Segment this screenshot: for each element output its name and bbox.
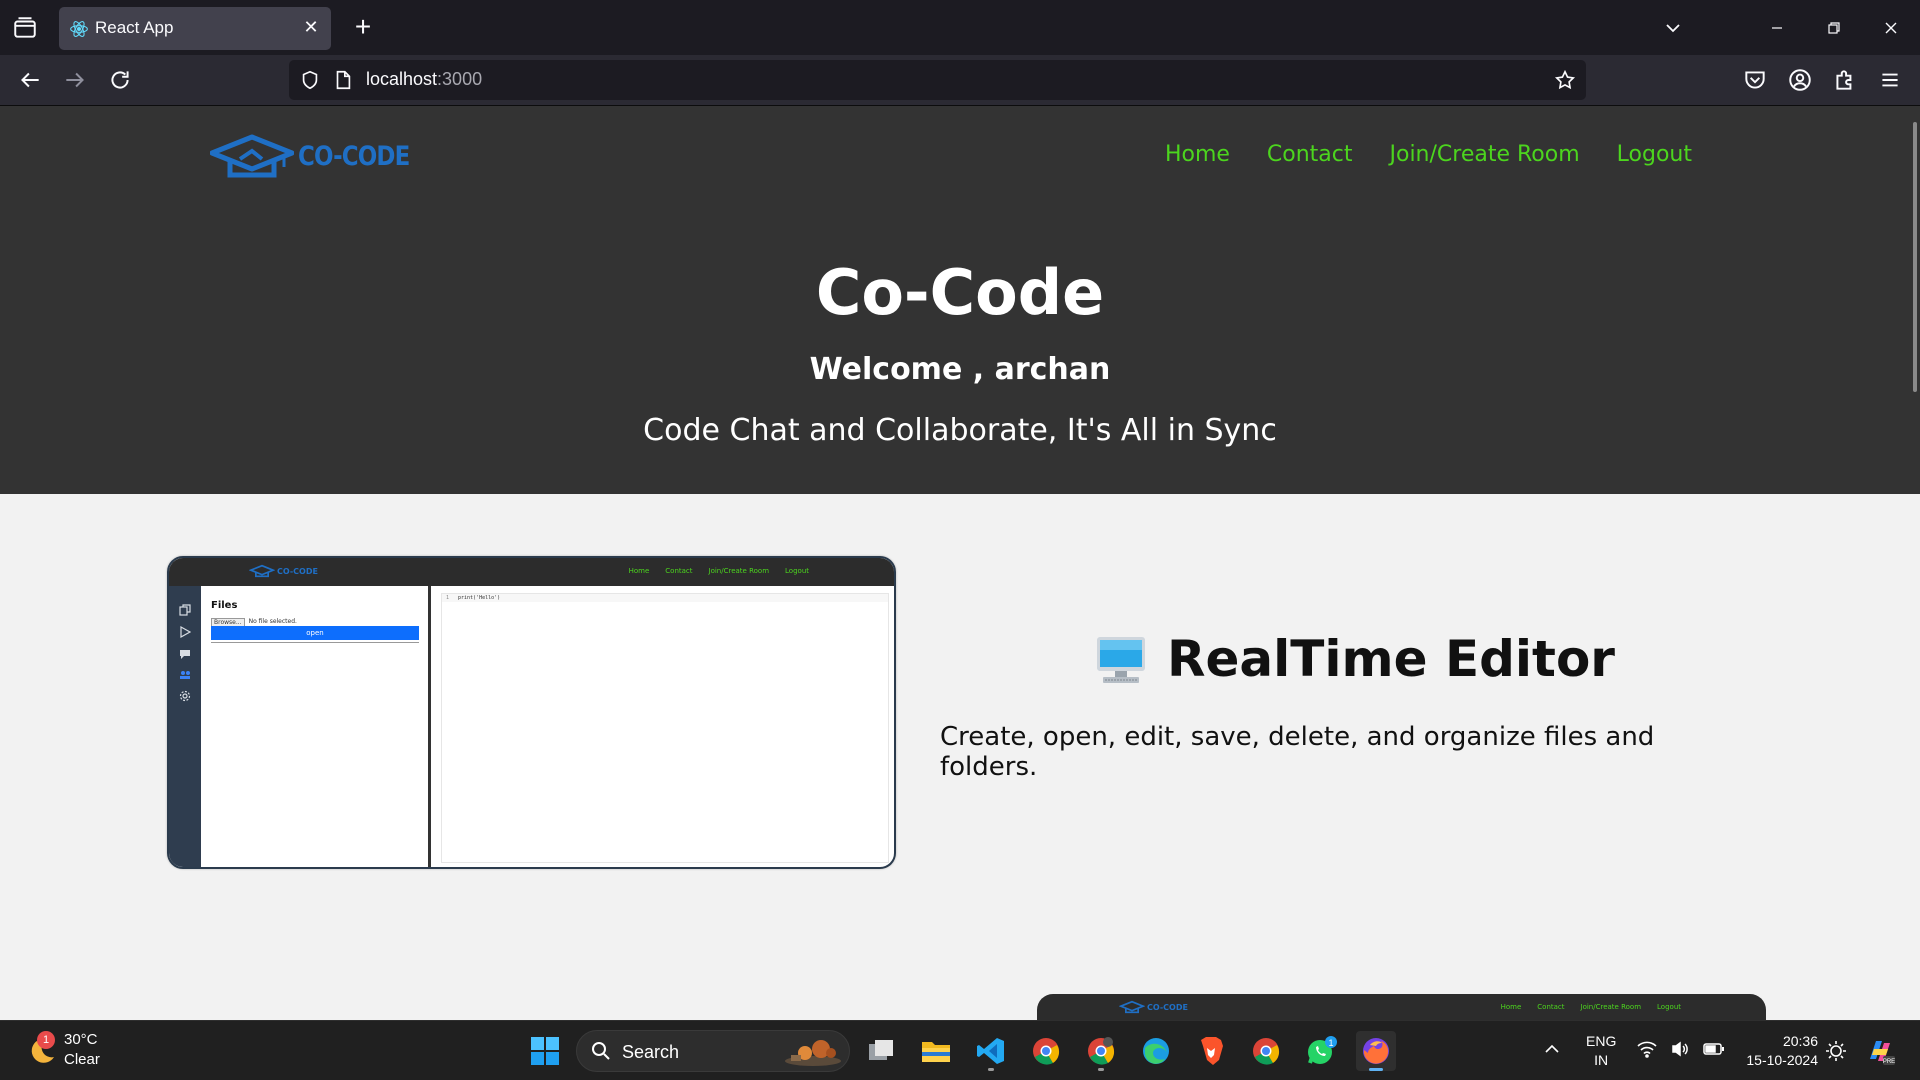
logo-text: CO-CODE [298,140,410,172]
tracking-protection-shield-icon[interactable] [299,69,321,91]
pocket-icon[interactable] [1742,67,1768,93]
search-highlight-art-icon [785,1040,841,1066]
nav-home-link[interactable]: Home [1165,142,1230,167]
browser-tab-active[interactable]: React App ✕ [59,7,331,50]
chrome-icon[interactable] [1026,1031,1066,1071]
wifi-icon [1637,1041,1657,1058]
whatsapp-icon[interactable]: 1 [1301,1031,1341,1071]
weather-badge: 1 [37,1031,55,1049]
weather-widget[interactable]: 1 30°C Clear [24,1030,100,1070]
site-nav: Home Contact Join/Create Room Logout [1165,142,1692,167]
preview-sidebar [169,586,201,867]
language-indicator[interactable]: ENG IN [1586,1032,1616,1080]
forward-arrow-icon[interactable] [62,67,88,93]
preview-code-line: print('Hello') [458,595,501,601]
feature-title: RealTime Editor [1167,630,1615,688]
preview-files-heading: Files [211,600,238,611]
preview-code-editor: 1 print('Hello') [441,593,889,863]
url-text[interactable]: localhost:3000 [366,69,482,90]
restore-icon[interactable] [1819,14,1849,42]
copilot-icon[interactable]: PRE [1864,1035,1896,1067]
react-icon [70,21,88,37]
page-info-icon[interactable] [333,69,353,91]
page-viewport: CO-CODE Home Contact Join/Create Room Lo… [0,106,1920,1020]
brave-icon[interactable] [1191,1031,1231,1071]
users-icon [180,671,190,679]
preview-logo: CO-CODE [249,564,318,578]
site-logo[interactable]: CO-CODE [210,131,429,181]
search-label: Search [622,1042,680,1062]
volume-icon [1672,1041,1688,1057]
reload-icon[interactable] [107,67,133,93]
tab-list-icon[interactable] [12,15,38,41]
second-preview-image: CO-CODE Home Contact Join/Create Room Logou… [1037,994,1766,1020]
address-bar[interactable]: localhost:3000 [289,60,1586,100]
preview2-logo: CO-CODE [1119,1000,1188,1014]
files-icon [179,604,191,616]
windows-start-icon[interactable] [530,1036,560,1066]
tab-title: React App [95,18,174,37]
system-clock[interactable]: 20:36 15-10-2024 [1736,1032,1818,1080]
extensions-puzzle-icon[interactable] [1832,67,1858,93]
account-icon[interactable] [1787,67,1813,93]
browser-nav-bar: localhost:3000 [0,55,1920,106]
system-tray-icons[interactable] [1636,1039,1726,1080]
nav-contact-link[interactable]: Contact [1267,142,1353,167]
graduation-cap-logo-icon [210,134,294,178]
browser-tab-bar: React App ✕ + [0,0,1920,55]
windows-taskbar: 1 30°C Clear Search 1 ENG IN 20:36 15-10… [0,1020,1920,1080]
preview2-menu: Home Contact Join/Create Room Logout [1500,1003,1681,1011]
firefox-icon[interactable] [1356,1031,1396,1071]
preview-menu: Home Contact Join/Create Room Logout [628,567,809,575]
close-window-icon[interactable] [1876,14,1906,42]
battery-icon [1703,1043,1724,1055]
new-tab-button[interactable]: + [350,13,376,41]
vscode-icon[interactable] [971,1031,1011,1071]
preview-divider [211,642,419,643]
preview-files-panel: Files Browse... No file selected. open [201,586,431,867]
clock-date: 15-10-2024 [1746,1052,1818,1068]
chrome-profile-icon[interactable] [1081,1031,1121,1071]
feature-title-row: RealTime Editor [1095,630,1615,688]
temperature: 30°C [64,1031,98,1048]
desktop-computer-icon [1097,637,1145,683]
settings-gear-icon [179,690,191,702]
weather-condition: Clear [64,1051,100,1068]
hamburger-menu-icon[interactable] [1877,67,1903,93]
run-icon [180,626,191,638]
task-view-icon[interactable] [862,1031,902,1071]
nav-logout-link[interactable]: Logout [1617,142,1692,167]
welcome-message: Welcome , archan [809,352,1111,387]
hero-section: CO-CODE Home Contact Join/Create Room Lo… [0,106,1920,494]
svg-text:PRE: PRE [1883,1059,1895,1065]
clock-time: 20:36 [1782,1033,1818,1049]
file-explorer-icon[interactable] [916,1031,956,1071]
search-icon [592,1042,610,1060]
notifications-bell-icon[interactable] [1824,1039,1848,1063]
taskbar-search-box[interactable]: Search [576,1030,850,1072]
chat-icon [180,650,190,659]
minimize-icon[interactable] [1762,14,1792,42]
page-scrollbar[interactable] [1913,122,1917,392]
close-tab-icon[interactable]: ✕ [301,18,321,38]
hero-title: Co-Code [815,256,1105,329]
chrome-alt-icon[interactable] [1246,1031,1286,1071]
hero-tagline: Code Chat and Collaborate, It's All in S… [643,413,1277,448]
whatsapp-badge: 1 [1328,1038,1333,1048]
edge-icon[interactable] [1136,1031,1176,1071]
bookmark-star-icon[interactable] [1554,69,1576,91]
editor-preview-image: CO-CODE Home Contact Join/Create Room Logou… [167,556,896,869]
preview-open-button: open [211,626,419,640]
preview-navbar: CO-CODE Home Contact Join/Create Room Logou… [169,558,894,586]
preview-line-number: 1 [446,595,450,601]
show-hidden-icons-chevron-up-icon[interactable] [1542,1039,1562,1059]
nav-join-create-room-link[interactable]: Join/Create Room [1390,142,1580,167]
feature-description: Create, open, edit, save, delete, and or… [940,722,1655,782]
tab-overflow-chevron-icon[interactable] [1658,14,1688,42]
back-arrow-icon[interactable] [17,67,43,93]
